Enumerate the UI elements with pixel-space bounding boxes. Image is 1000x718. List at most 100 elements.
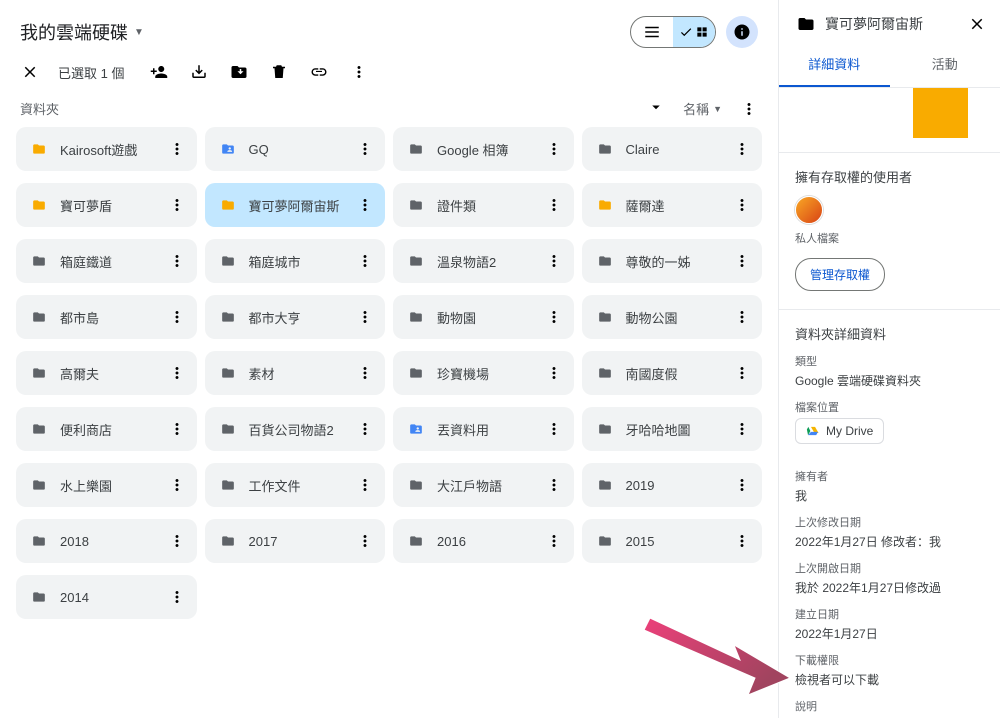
more-vert-icon [545,140,563,158]
location-chip[interactable]: My Drive [795,418,884,444]
folder-icon [219,254,237,268]
folder-item[interactable]: 尊敬的一姊 [582,239,763,283]
folder-item[interactable]: 2017 [205,519,386,563]
more-vert-icon [740,100,758,118]
folder-more-button[interactable] [732,475,752,495]
folder-more-button[interactable] [167,363,187,383]
folder-item[interactable]: 便利商店 [16,407,197,451]
folder-more-button[interactable] [355,251,375,271]
folder-more-button[interactable] [167,251,187,271]
grid-view-button[interactable] [673,17,715,47]
folder-icon [596,534,614,548]
folder-item[interactable]: 都市大亨 [205,295,386,339]
folder-item[interactable]: 薩爾達 [582,183,763,227]
folder-more-button[interactable] [544,251,564,271]
folder-more-button[interactable] [167,195,187,215]
folder-more-button[interactable] [732,419,752,439]
folder-more-button[interactable] [544,307,564,327]
folder-more-button[interactable] [732,307,752,327]
folder-more-button[interactable] [355,195,375,215]
close-details-button[interactable] [968,15,986,33]
arrow-down-icon [647,98,665,116]
folder-more-button[interactable] [732,363,752,383]
folder-icon [30,310,48,324]
selection-more-button[interactable] [350,63,368,81]
folder-more-button[interactable] [732,195,752,215]
folder-item[interactable]: 水上樂園 [16,463,197,507]
grid-icon [695,25,709,39]
folder-item[interactable]: 箱庭城市 [205,239,386,283]
tab-details[interactable]: 詳細資料 [779,42,890,87]
folder-more-button[interactable] [544,419,564,439]
folder-item[interactable]: 2018 [16,519,197,563]
folder-item[interactable]: 2015 [582,519,763,563]
folder-item[interactable]: 大江戶物語 [393,463,574,507]
move-button[interactable] [230,63,248,81]
folder-more-button[interactable] [355,531,375,551]
folder-more-button[interactable] [167,531,187,551]
folder-item[interactable]: 2016 [393,519,574,563]
folder-more-button[interactable] [167,419,187,439]
more-vert-icon [356,532,374,550]
folder-item[interactable]: 動物園 [393,295,574,339]
folder-item[interactable]: Google 相簿 [393,127,574,171]
folder-more-button[interactable] [544,139,564,159]
location-dropdown[interactable]: 我的雲端硬碟 ▼ [20,19,144,45]
folder-item[interactable]: 工作文件 [205,463,386,507]
folder-more-button[interactable] [355,307,375,327]
folder-item[interactable]: 證件類 [393,183,574,227]
folder-item[interactable]: 2019 [582,463,763,507]
folder-item[interactable]: 珍寶機場 [393,351,574,395]
folder-more-button[interactable] [732,139,752,159]
folder-item[interactable]: 寶可夢盾 [16,183,197,227]
folder-icon [219,198,237,212]
folder-item[interactable]: 南國度假 [582,351,763,395]
add-user-button[interactable] [150,63,168,81]
folder-item[interactable]: 素材 [205,351,386,395]
folder-more-button[interactable] [167,139,187,159]
folder-more-button[interactable] [167,307,187,327]
folder-item[interactable]: Kairosoft遊戲 [16,127,197,171]
folder-more-button[interactable] [355,139,375,159]
folder-item[interactable]: 牙哈哈地圖 [582,407,763,451]
folder-name: 動物公園 [626,308,678,327]
folder-item[interactable]: 箱庭鐵道 [16,239,197,283]
delete-button[interactable] [270,63,288,81]
folder-item[interactable]: 丟資料用 [393,407,574,451]
link-button[interactable] [310,63,328,81]
folder-item[interactable]: 2014 [16,575,197,619]
section-more-button[interactable] [740,100,758,118]
folder-more-button[interactable] [544,475,564,495]
folder-more-button[interactable] [355,419,375,439]
sort-by-button[interactable]: 名稱 ▼ [683,99,722,118]
folder-more-button[interactable] [167,587,187,607]
folder-item[interactable]: 都市島 [16,295,197,339]
folder-more-button[interactable] [544,531,564,551]
folder-more-button[interactable] [732,531,752,551]
more-vert-icon [168,140,186,158]
list-view-button[interactable] [631,17,673,47]
sort-direction-button[interactable] [647,98,665,119]
folder-item[interactable]: Claire [582,127,763,171]
folder-more-button[interactable] [544,363,564,383]
folder-item[interactable]: 高爾夫 [16,351,197,395]
folder-item[interactable]: 百貨公司物語2 [205,407,386,451]
view-toggle [630,16,716,48]
folder-more-button[interactable] [355,475,375,495]
folder-more-button[interactable] [355,363,375,383]
tab-activity[interactable]: 活動 [890,42,1000,87]
folder-more-button[interactable] [732,251,752,271]
folder-icon [219,366,237,380]
download-button[interactable] [190,63,208,81]
manage-access-button[interactable]: 管理存取權 [795,258,885,291]
folder-item[interactable]: 溫泉物語2 [393,239,574,283]
owner-avatar [795,196,823,224]
folder-item[interactable]: 寶可夢阿爾宙斯 [205,183,386,227]
info-button[interactable] [726,16,758,48]
folder-more-button[interactable] [167,475,187,495]
clear-selection-button[interactable] [20,62,40,82]
folder-more-button[interactable] [544,195,564,215]
folder-item[interactable]: 動物公園 [582,295,763,339]
folder-name: 丟資料用 [437,420,489,439]
folder-item[interactable]: GQ [205,127,386,171]
